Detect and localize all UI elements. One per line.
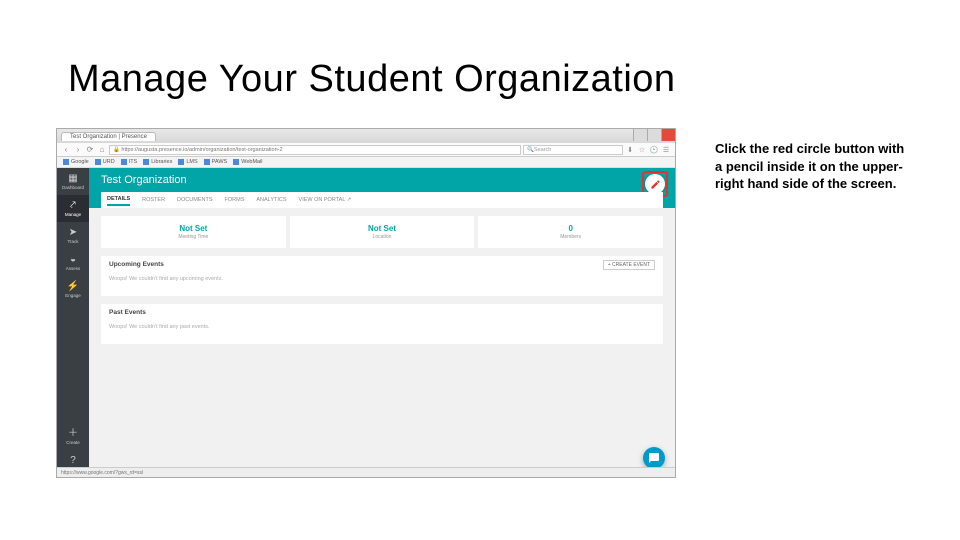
stat-label: Location [373, 234, 392, 240]
help-icon: ? [70, 455, 76, 466]
stats-row: Not Set Meeting Time Not Set Location 0 … [101, 216, 663, 248]
bookmark-icon[interactable]: ☆ [637, 145, 647, 155]
bookmark-item[interactable]: PAWS [204, 159, 228, 165]
stat-value: Not Set [179, 224, 207, 233]
sidebar-label: Engage [65, 293, 81, 298]
stat-value: Not Set [368, 224, 396, 233]
bookmark-item[interactable]: Libraries [143, 159, 172, 165]
app-viewport: ▦Dashboard ⤤Manage ➤Track ◒Assess ⚡Engag… [57, 168, 675, 477]
send-icon: ➤ [69, 227, 77, 238]
address-bar: ‹ › ⟳ ⌂ 🔒 https://augusta.presence.io/ad… [57, 143, 675, 157]
reload-button[interactable]: ⟳ [85, 145, 95, 155]
bookmark-item[interactable]: URD [95, 159, 115, 165]
empty-message: Woops! We couldn't find any past events. [109, 324, 655, 330]
stat-label: Members [560, 234, 581, 240]
edit-button[interactable] [645, 174, 665, 194]
chart-icon: ◒ [70, 254, 76, 265]
tab-documents[interactable]: DOCUMENTS [177, 195, 212, 205]
slide-title: Manage Your Student Organization [68, 58, 676, 101]
chat-icon [648, 452, 660, 464]
bookmark-item[interactable]: WebMail [233, 159, 262, 165]
bookmark-bar: Google URD ITS Libraries LMS PAWS WebMai… [57, 157, 675, 168]
bookmark-item[interactable]: Google [63, 159, 89, 165]
sidebar-label: Dashboard [62, 185, 84, 190]
back-button[interactable]: ‹ [61, 145, 71, 155]
sidebar: ▦Dashboard ⤤Manage ➤Track ◒Assess ⚡Engag… [57, 168, 89, 477]
sidebar-label: Track [67, 239, 78, 244]
home-button[interactable]: ⌂ [97, 145, 107, 155]
favicon-icon [95, 159, 101, 165]
plus-icon: ＋ [68, 424, 78, 439]
browser-tab[interactable]: Test Organization | Presence [61, 132, 156, 141]
share-icon: ⤤ [70, 200, 76, 211]
favicon-icon [121, 159, 127, 165]
bookmark-item[interactable]: LMS [178, 159, 197, 165]
window-maximize-button[interactable] [647, 129, 661, 141]
window-close-button[interactable] [661, 129, 675, 141]
forward-button[interactable]: › [73, 145, 83, 155]
search-placeholder: Search [534, 147, 551, 153]
favicon-icon [143, 159, 149, 165]
create-event-button[interactable]: + CREATE EVENT [603, 260, 655, 270]
tab-view-portal[interactable]: VIEW ON PORTAL ↗ [299, 195, 352, 205]
section-title: Upcoming Events [109, 261, 655, 268]
url-text: https://augusta.presence.io/admin/organi… [121, 147, 282, 153]
sidebar-item-create[interactable]: ＋Create [57, 419, 89, 450]
favicon-icon [178, 159, 184, 165]
favicon-icon [204, 159, 210, 165]
bolt-icon: ⚡ [67, 281, 79, 292]
page-header: Test Organization DETAILS ROSTER DOCUMEN… [89, 168, 675, 208]
tab-details[interactable]: DETAILS [107, 194, 130, 206]
sidebar-label: Manage [65, 212, 81, 217]
tabs-row: DETAILS ROSTER DOCUMENTS FORMS ANALYTICS… [101, 192, 663, 208]
instruction-text: Click the red circle button with a penci… [715, 140, 915, 193]
pencil-icon [650, 179, 661, 190]
empty-message: Woops! We couldn't find any upcoming eve… [109, 276, 655, 282]
stat-card-location: Not Set Location [290, 216, 475, 248]
bookmark-item[interactable]: ITS [121, 159, 138, 165]
tab-forms[interactable]: FORMS [225, 195, 245, 205]
menu-icon[interactable]: ☰ [661, 145, 671, 155]
history-icon[interactable]: 🕑 [649, 145, 659, 155]
sidebar-label: Assess [66, 266, 81, 271]
past-events-section: Past Events Woops! We couldn't find any … [101, 304, 663, 344]
stat-label: Meeting Time [178, 234, 208, 240]
upcoming-events-section: Upcoming Events + CREATE EVENT Woops! We… [101, 256, 663, 296]
download-icon[interactable]: ⬇ [625, 145, 635, 155]
chat-button[interactable] [643, 447, 665, 469]
section-title: Past Events [109, 309, 655, 316]
tab-analytics[interactable]: ANALYTICS [256, 195, 286, 205]
stat-card-meeting-time: Not Set Meeting Time [101, 216, 286, 248]
search-input[interactable]: 🔍 Search [523, 145, 623, 155]
stat-card-members: 0 Members [478, 216, 663, 248]
status-bar: https://www.google.com/?gws_rd=ssl [57, 467, 675, 477]
org-title: Test Organization [101, 174, 187, 186]
content-area: Test Organization DETAILS ROSTER DOCUMEN… [89, 168, 675, 477]
sidebar-item-assess[interactable]: ◒Assess [57, 249, 89, 276]
window-controls [633, 129, 675, 141]
tab-roster[interactable]: ROSTER [142, 195, 165, 205]
sidebar-item-engage[interactable]: ⚡Engage [57, 276, 89, 303]
sidebar-item-track[interactable]: ➤Track [57, 222, 89, 249]
url-input[interactable]: 🔒 https://augusta.presence.io/admin/orga… [109, 145, 521, 155]
favicon-icon [63, 159, 69, 165]
sidebar-item-dashboard[interactable]: ▦Dashboard [57, 168, 89, 195]
browser-window: Test Organization | Presence ‹ › ⟳ ⌂ 🔒 h… [56, 128, 676, 478]
sidebar-label: Create [66, 440, 80, 445]
window-minimize-button[interactable] [633, 129, 647, 141]
dashboard-icon: ▦ [68, 173, 77, 184]
stat-value: 0 [568, 224, 572, 233]
favicon-icon [233, 159, 239, 165]
sidebar-item-manage[interactable]: ⤤Manage [57, 195, 89, 222]
browser-tab-strip: Test Organization | Presence [57, 129, 675, 143]
